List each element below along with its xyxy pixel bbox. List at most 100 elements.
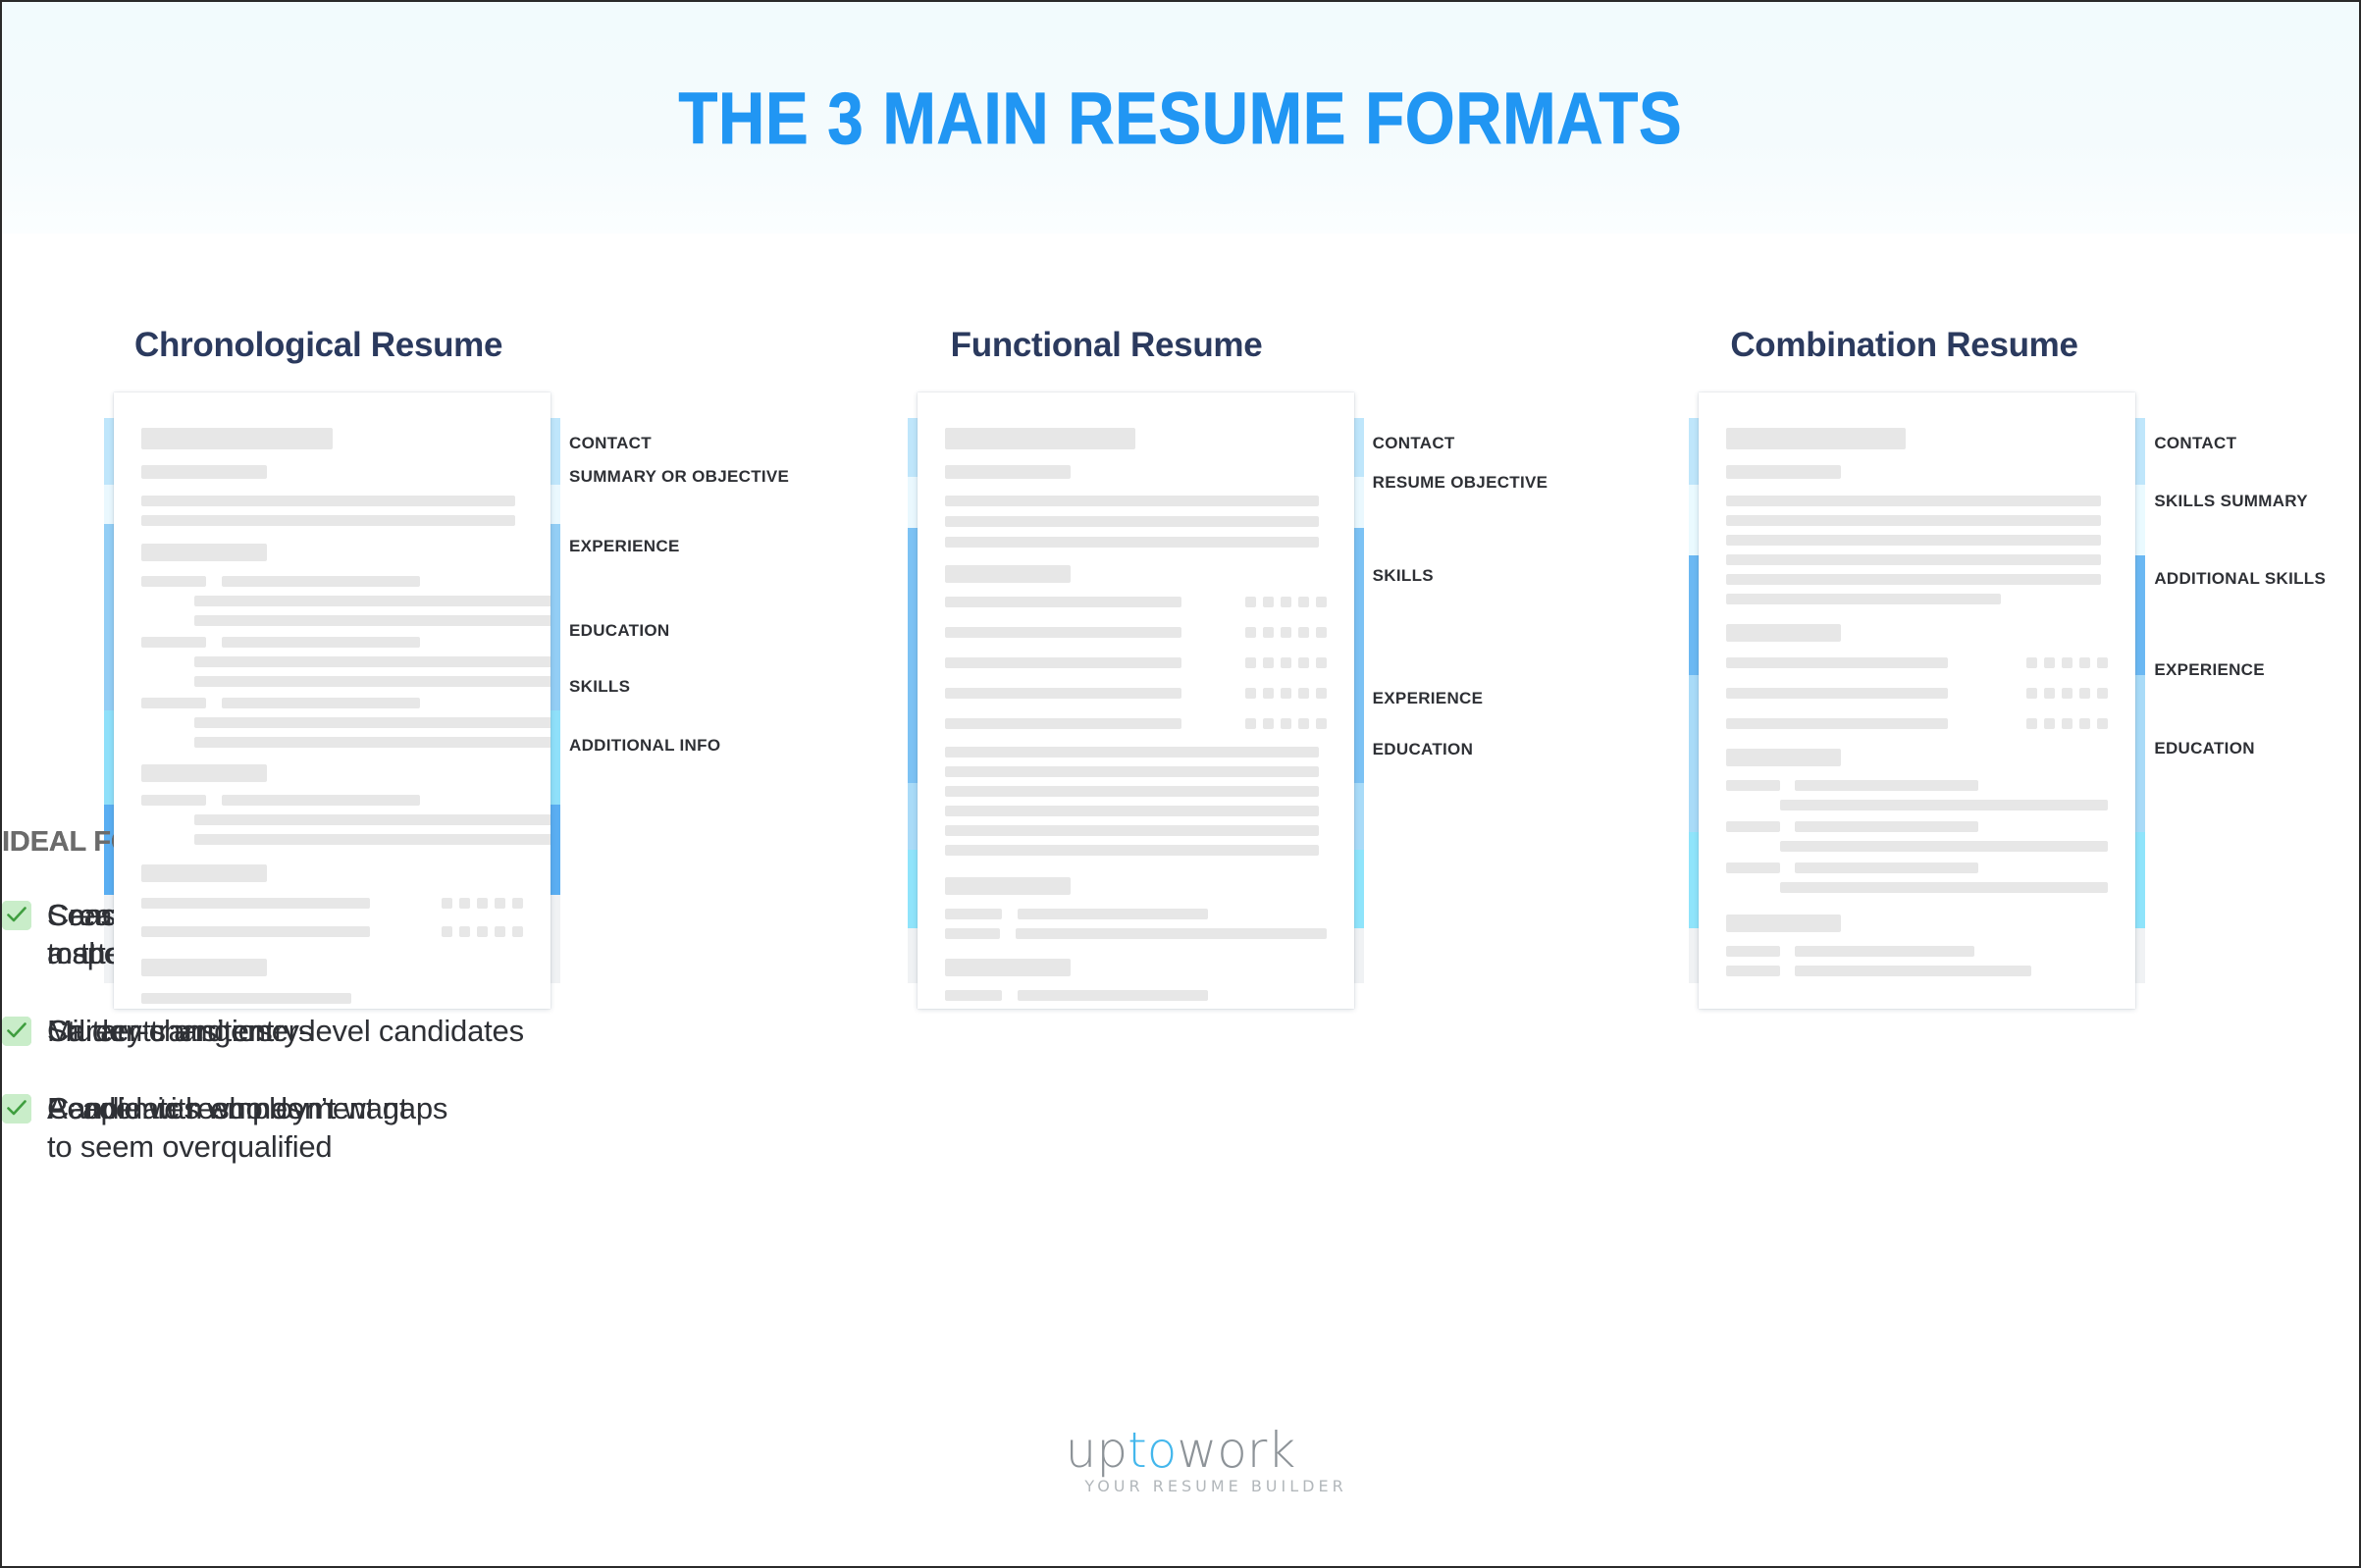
check-icon: [7, 1100, 26, 1116]
placeholder-bar: [1726, 718, 1948, 729]
placeholder-bar: [1726, 496, 2101, 506]
placeholder-bar: [194, 717, 551, 728]
section-label: CONTACT: [2154, 434, 2237, 452]
placeholder-bar: [944, 465, 1072, 479]
placeholder-bar: [1726, 574, 2101, 585]
placeholder-bar: [1726, 594, 2002, 604]
skill-rating-dot: [2079, 657, 2091, 668]
placeholder-bar: [944, 959, 1072, 976]
placeholder-bar: [1726, 554, 2101, 565]
resume-preview[interactable]: [1689, 392, 2146, 1009]
skill-rating: [2026, 718, 2109, 729]
skill-row: [141, 926, 523, 937]
skill-rating-dot: [442, 926, 452, 937]
check-badge: [2, 1017, 31, 1047]
skill-rating-dot: [2026, 688, 2038, 699]
placeholder-row: [944, 928, 1327, 939]
placeholder-bar: [221, 576, 420, 587]
placeholder-bar: [1795, 780, 1979, 791]
section-label: SKILLS: [569, 677, 631, 696]
logo-tagline: YOUR RESUME BUILDER: [1084, 1477, 1347, 1495]
placeholder-bar: [141, 864, 268, 882]
placeholder-row: [1726, 821, 2108, 832]
placeholder-bar: [1726, 821, 1780, 832]
placeholder-row: [141, 637, 523, 648]
placeholder-row: [1726, 862, 2108, 873]
resume-preview[interactable]: [104, 392, 560, 1009]
placeholder-bar: [194, 615, 551, 626]
placeholder-bar: [944, 928, 1001, 939]
skill-rating-dot: [1244, 627, 1256, 638]
skill-rating-dot: [1244, 718, 1256, 729]
logo-part-work: work: [1177, 1422, 1296, 1479]
placeholder-row: [1726, 780, 2108, 791]
skill-rating-dot: [2062, 657, 2073, 668]
skill-rating-dot: [2097, 657, 2109, 668]
placeholder-bar: [141, 496, 516, 506]
skill-rating-dot: [1262, 597, 1274, 607]
skill-rating-dot: [1280, 597, 1291, 607]
placeholder-bar: [1017, 909, 1209, 919]
skill-row: [944, 718, 1327, 729]
placeholder-bar: [1726, 915, 1841, 932]
placeholder-bar: [944, 990, 1002, 1001]
placeholder-bar: [141, 515, 516, 526]
skill-rating-dot: [1280, 688, 1291, 699]
format-columns: Chronological Resume CONTACT SUMMARY OR …: [2, 234, 2359, 1440]
skill-rating-dot: [1315, 597, 1327, 607]
skill-rating-dot: [2044, 688, 2056, 699]
skill-row: [1726, 718, 2109, 729]
check-badge: [2, 1094, 31, 1124]
resume-preview[interactable]: [907, 392, 1364, 1009]
skill-rating: [1244, 718, 1327, 729]
skill-rating-dot: [2026, 657, 2038, 668]
placeholder-bar: [221, 795, 420, 806]
section-label: ADDITIONAL INFO: [569, 736, 721, 755]
skill-rating-dot: [1262, 688, 1274, 699]
skill-rating: [442, 898, 523, 909]
placeholder-row: [944, 909, 1327, 919]
placeholder-bar: [944, 806, 1319, 816]
skill-rating-dot: [477, 926, 488, 937]
placeholder-bar: [944, 627, 1181, 638]
placeholder-bar: [141, 576, 207, 587]
resume-page: [917, 392, 1354, 1009]
skill-rating-dot: [1297, 718, 1309, 729]
skill-rating-dot: [2044, 657, 2056, 668]
skill-rating: [1244, 627, 1327, 638]
placeholder-bar: [1015, 928, 1327, 939]
column-title: Combination Resume: [1730, 326, 2078, 364]
resume-format-column-2: Combination Resume CONTACT SKILLS SUMMAR…: [1573, 234, 2359, 1440]
placeholder-bar: [141, 637, 207, 648]
placeholder-bar: [194, 737, 551, 748]
skill-rating-dot: [2062, 688, 2073, 699]
placeholder-bar: [1779, 841, 2109, 852]
resume-page: [114, 392, 551, 1009]
skill-rating-dot: [495, 898, 505, 909]
placeholder-bar: [944, 537, 1319, 548]
section-label: SKILLS SUMMARY: [2154, 492, 2308, 510]
skill-row: [1726, 688, 2109, 699]
section-label: CONTACT: [569, 434, 652, 452]
placeholder-bar: [194, 656, 551, 667]
ideal-for-item: Career-changers: [2, 1012, 493, 1050]
section-label: CONTACT: [1372, 434, 1455, 452]
skill-rating-dot: [1280, 627, 1291, 638]
section-label: EXPERIENCE: [1372, 689, 1484, 707]
skill-rating: [442, 926, 523, 937]
section-label: EXPERIENCE: [2154, 660, 2265, 679]
section-label: ADDITIONAL SKILLS: [2154, 569, 2327, 588]
resume-page: [1699, 392, 2136, 1009]
skill-rating-dot: [477, 898, 488, 909]
placeholder-bar: [141, 544, 268, 561]
check-icon: [7, 1022, 26, 1038]
skill-rating-dot: [1297, 597, 1309, 607]
placeholder-bar: [1795, 862, 1979, 873]
placeholder-bar: [194, 596, 551, 606]
placeholder-bar: [1726, 535, 2101, 546]
placeholder-row: [1726, 946, 2108, 957]
placeholder-bar: [1795, 966, 2032, 976]
ideal-for-text: Career-changers: [47, 1014, 273, 1049]
column-title: Functional Resume: [950, 326, 1263, 364]
skill-rating: [1244, 688, 1327, 699]
